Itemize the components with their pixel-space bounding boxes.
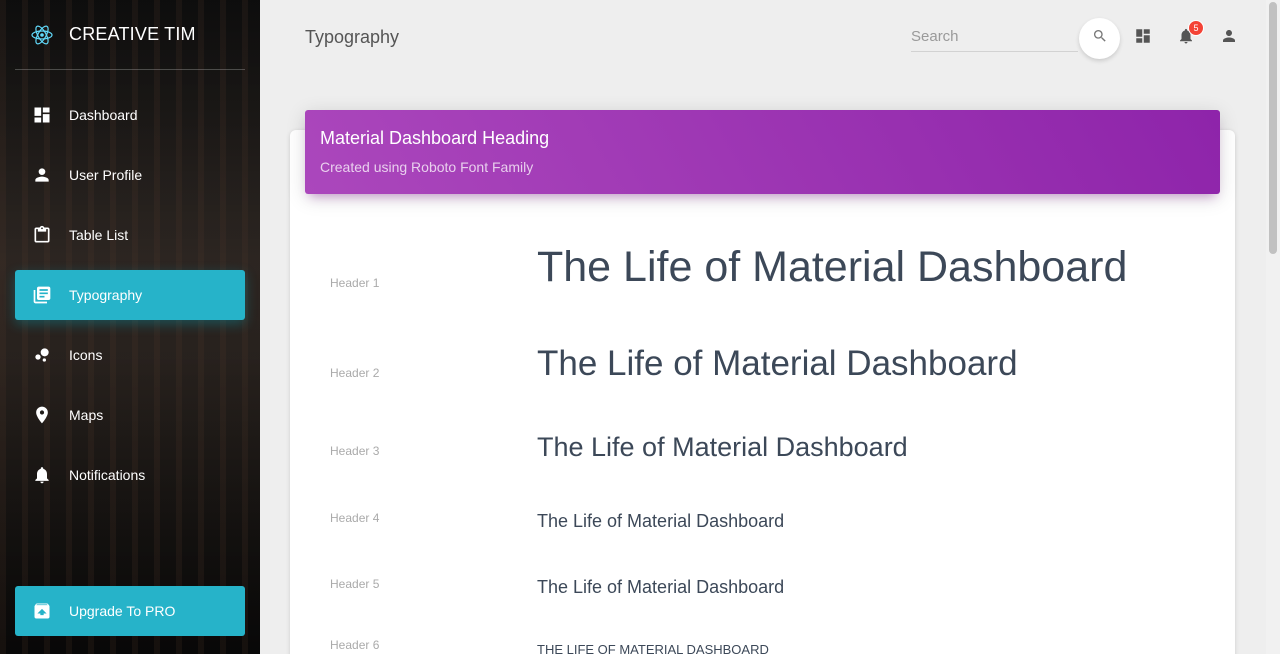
dashboard-icon [30, 103, 54, 127]
react-atom-icon [27, 20, 57, 50]
sample-header-5: The Life of Material Dashboard [537, 577, 785, 597]
top-navbar: Typography 5 [260, 0, 1266, 75]
sidebar-item-typography[interactable]: Typography [15, 270, 245, 320]
sidebar-item-user-profile[interactable]: User Profile [15, 150, 245, 200]
bubble-chart-icon [30, 343, 54, 367]
sidebar-item-label: Maps [69, 407, 104, 423]
sidebar-item-label: Dashboard [69, 107, 138, 123]
notification-badge: 5 [1188, 20, 1204, 36]
page-title[interactable]: Typography [305, 27, 399, 48]
user-account-button[interactable] [1217, 26, 1241, 50]
scrollbar-thumb[interactable] [1269, 2, 1277, 254]
search-icon [1092, 28, 1108, 49]
bell-icon [30, 463, 54, 487]
sidebar-item-maps[interactable]: Maps [15, 390, 245, 440]
sample-header-6: THE LIFE OF MATERIAL DASHBOARD [537, 642, 769, 654]
sidebar-nav: Dashboard User Profile Table List Typogr… [0, 90, 260, 500]
card-title: Material Dashboard Heading [320, 128, 550, 148]
sample-header-4: The Life of Material Dashboard [537, 511, 785, 531]
upgrade-to-pro-button[interactable]: Upgrade To PRO [15, 586, 245, 636]
page-scrollbar[interactable] [1266, 0, 1280, 654]
location-pin-icon [30, 403, 54, 427]
sidebar-item-label: Icons [69, 347, 103, 363]
sidebar-item-label: Typography [69, 287, 143, 303]
sidebar: CREATIVE TIM Dashboard User Profile Tabl… [0, 0, 260, 654]
search-input[interactable] [911, 22, 1078, 51]
search-button[interactable] [1079, 18, 1120, 59]
dashboard-nav-button[interactable] [1131, 26, 1155, 50]
person-icon [1220, 27, 1238, 50]
unarchive-icon [30, 599, 54, 623]
brand-name: CREATIVE TIM [69, 24, 196, 44]
row-label-header-2: Header 2 [330, 366, 380, 380]
clipboard-icon [30, 223, 54, 247]
row-label-header-1: Header 1 [330, 276, 380, 290]
row-label-header-5: Header 5 [330, 577, 380, 591]
card-header: Material Dashboard Heading Created using… [305, 110, 1220, 194]
sidebar-item-notifications[interactable]: Notifications [15, 450, 245, 500]
row-label-header-3: Header 3 [330, 444, 380, 458]
typography-card [290, 130, 1235, 654]
sidebar-item-table-list[interactable]: Table List [15, 210, 245, 260]
sidebar-item-label: Notifications [69, 467, 146, 483]
row-label-header-6: Header 6 [330, 638, 380, 652]
sidebar-item-label: User Profile [69, 167, 143, 183]
sample-header-1: The Life of Material Dashboard [537, 243, 1128, 291]
notifications-button[interactable]: 5 [1174, 20, 1204, 50]
sidebar-item-icons[interactable]: Icons [15, 330, 245, 380]
sidebar-item-label: Table List [69, 227, 129, 243]
person-icon [30, 163, 54, 187]
search-field [911, 22, 1078, 52]
brand[interactable]: CREATIVE TIM [15, 0, 245, 70]
sample-header-3: The Life of Material Dashboard [537, 432, 908, 462]
row-label-header-4: Header 4 [330, 511, 380, 525]
sidebar-item-dashboard[interactable]: Dashboard [15, 90, 245, 140]
library-books-icon [30, 283, 54, 307]
upgrade-label: Upgrade To PRO [69, 603, 176, 619]
card-category: Created using Roboto Font Family [320, 159, 534, 175]
sample-header-2: The Life of Material Dashboard [537, 344, 1018, 383]
dashboard-icon [1134, 27, 1152, 50]
